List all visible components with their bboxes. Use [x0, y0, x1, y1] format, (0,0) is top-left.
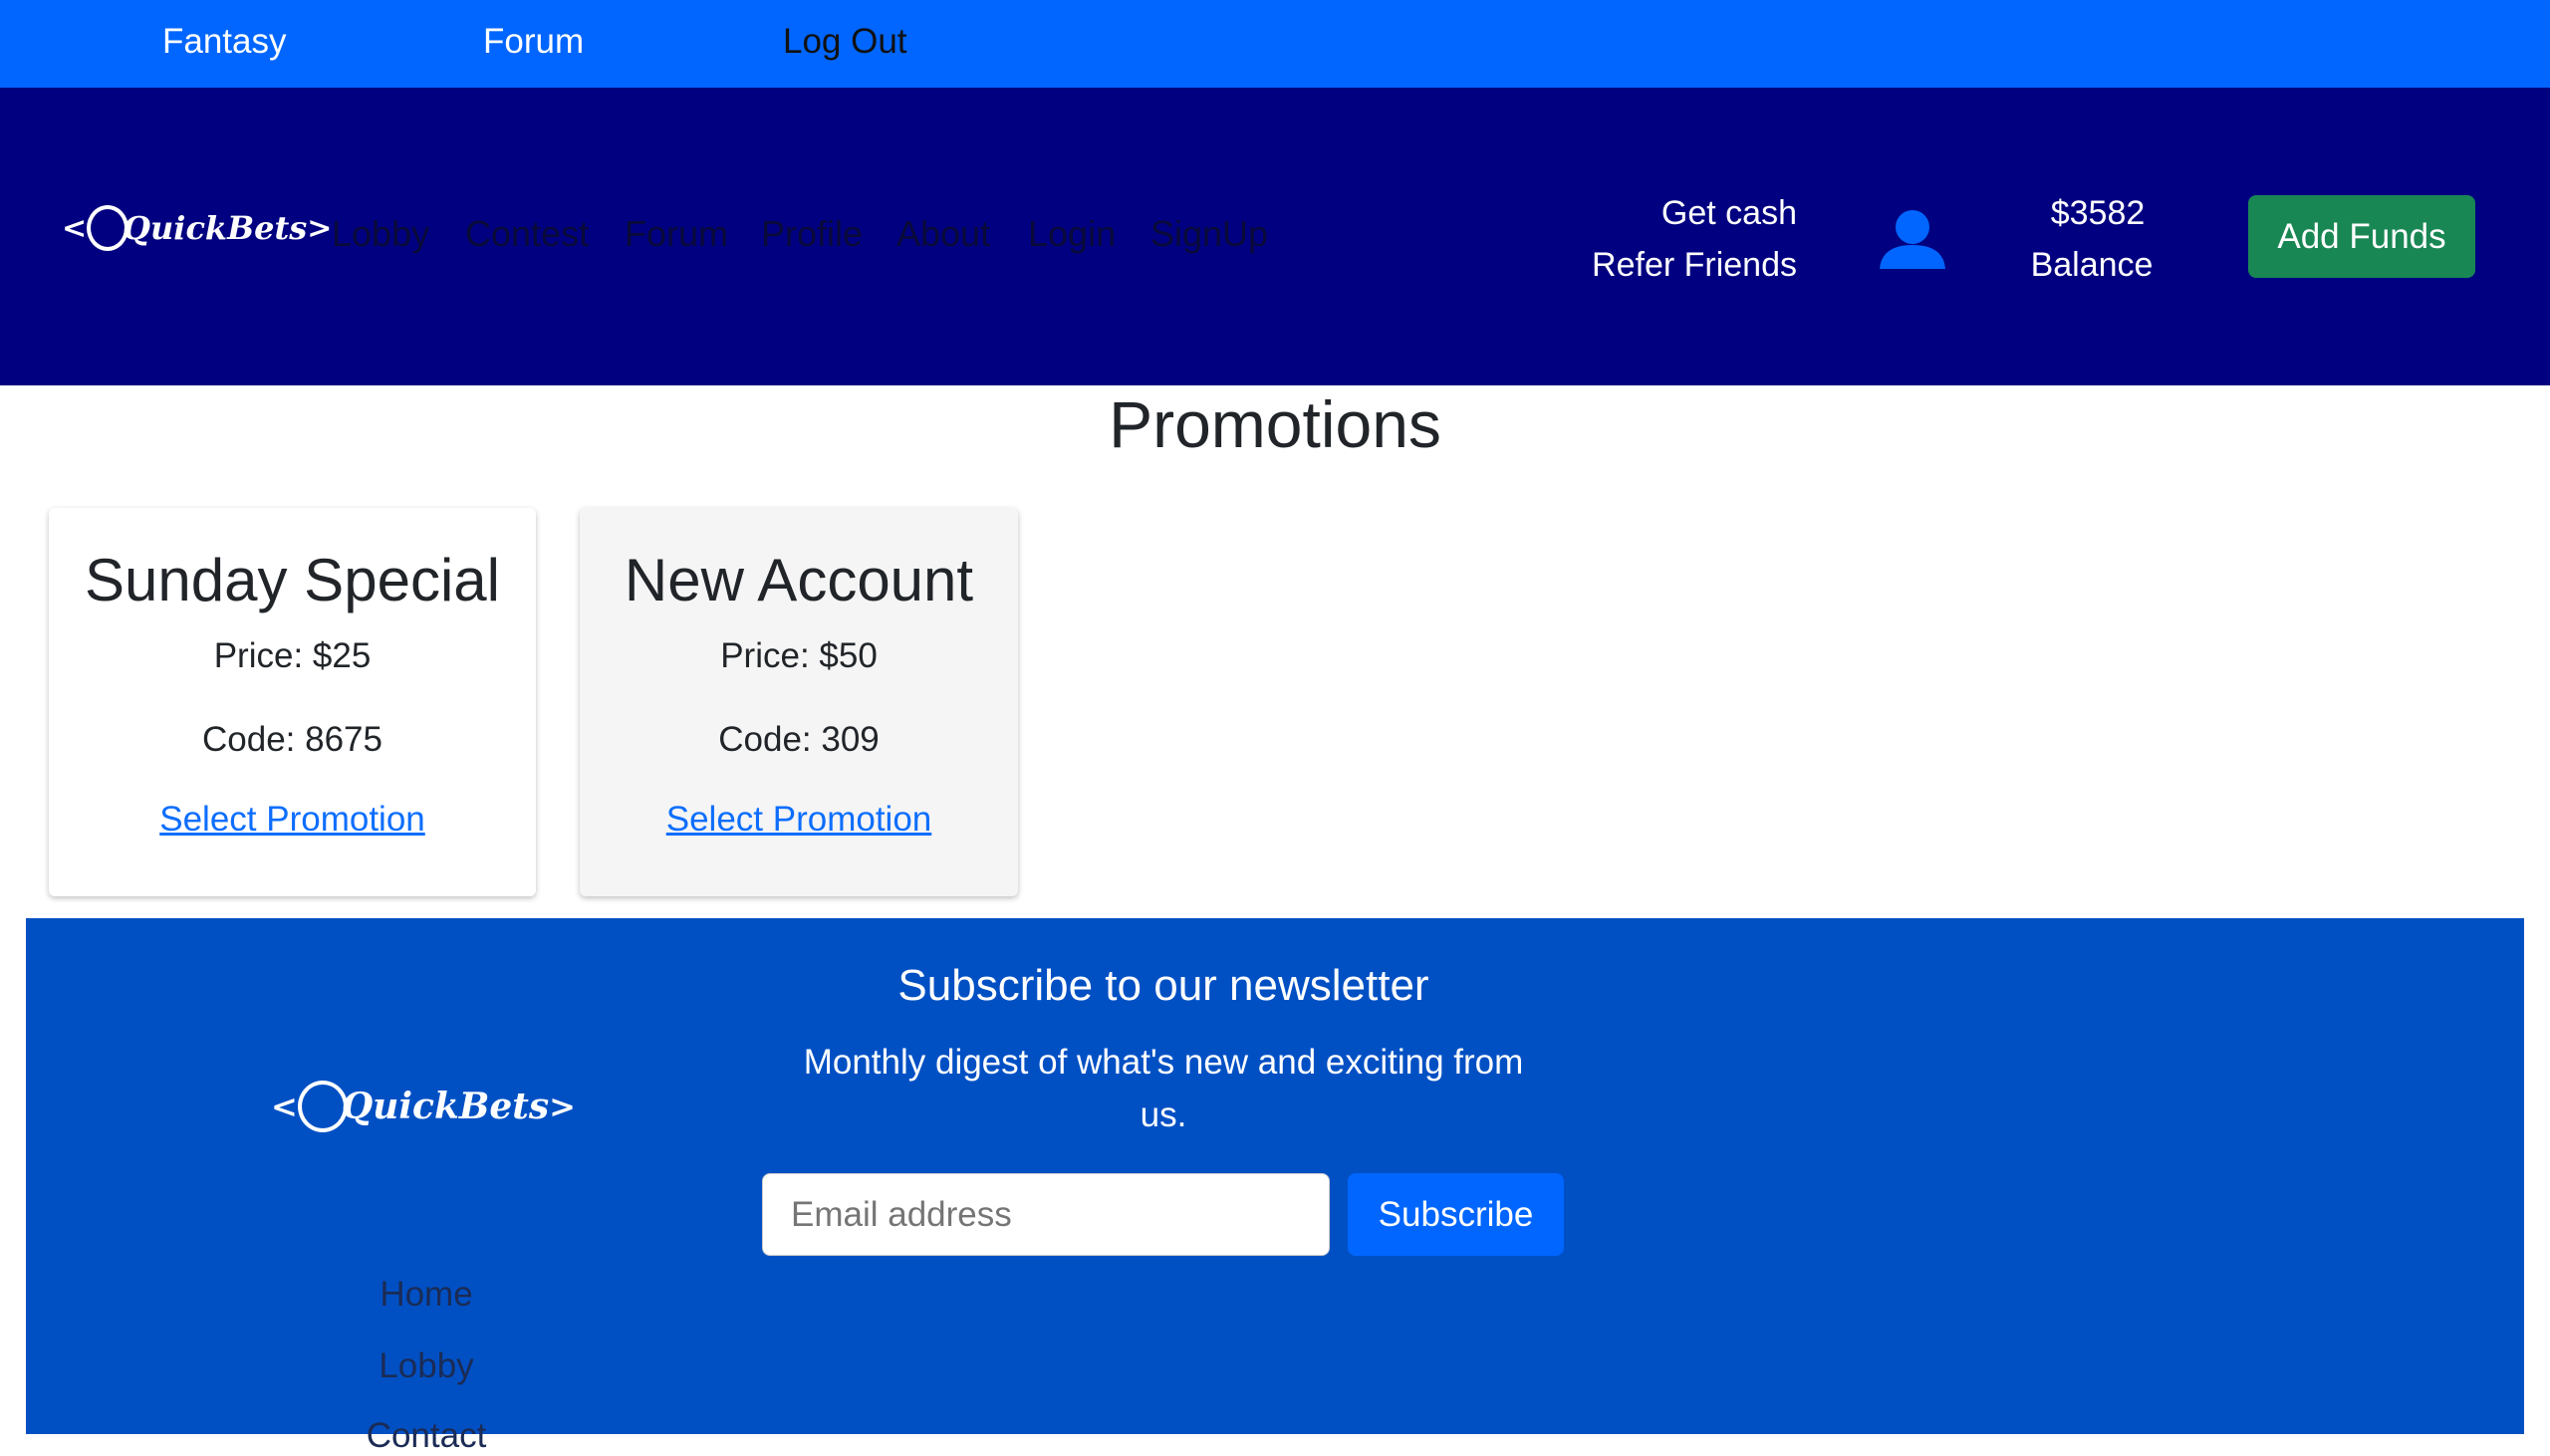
top-link-fantasy[interactable]: Fantasy	[162, 22, 287, 62]
add-funds-button[interactable]: Add Funds	[2248, 195, 2475, 278]
balance-label: Balance	[2030, 246, 2154, 284]
nav-link-signup[interactable]: SignUp	[1150, 213, 1268, 255]
promotion-card: New Account Price: $50 Code: 309 Select …	[580, 508, 1018, 896]
select-promotion-link[interactable]: Select Promotion	[580, 800, 1018, 840]
newsletter-heading: Subscribe to our newsletter	[897, 961, 1429, 1010]
logo-q-icon	[297, 1081, 348, 1132]
balance-display: $3582 Balance	[2012, 187, 2171, 291]
footer-link-home[interactable]: Home	[26, 1275, 827, 1315]
email-input[interactable]	[762, 1173, 1330, 1256]
nav-link-login[interactable]: Login	[1028, 213, 1116, 255]
nav-link-lobby[interactable]: Lobby	[332, 213, 429, 255]
promotion-price: Price: $25	[213, 636, 372, 675]
top-link-logout[interactable]: Log Out	[783, 22, 907, 62]
promotion-code: Code: 8675	[202, 720, 382, 759]
top-link-forum[interactable]: Forum	[483, 22, 584, 62]
promotion-title: New Account	[624, 547, 974, 613]
select-promotion-link[interactable]: Select Promotion	[49, 800, 536, 840]
nav-link-about[interactable]: About	[896, 213, 990, 255]
promotion-price: Price: $50	[720, 636, 878, 675]
main-navbar: < QuickBets > Lobby Contest Forum Profile …	[0, 88, 2550, 385]
promotion-code: Code: 309	[718, 720, 880, 759]
promotion-title: Sunday Special	[85, 547, 500, 613]
nav-link-forum[interactable]: Forum	[625, 213, 728, 255]
balance-amount: $3582	[2050, 194, 2146, 232]
refer-friends-link[interactable]: Get cash Refer Friends	[1592, 187, 1797, 291]
footer-logo[interactable]: < QuickBets >	[271, 1081, 576, 1132]
logo[interactable]: < QuickBets >	[62, 205, 332, 251]
refer-line-1: Get cash	[1660, 194, 1797, 232]
footer-link-lobby[interactable]: Lobby	[26, 1346, 827, 1386]
top-bar: Fantasy Forum Log Out	[0, 0, 2550, 88]
subscribe-button[interactable]: Subscribe	[1348, 1173, 1564, 1256]
promotion-card: Sunday Special Price: $25 Code: 8675 Sel…	[49, 508, 536, 896]
footer: < QuickBets > Subscribe to our newsletter …	[26, 918, 2524, 1455]
nav-link-profile[interactable]: Profile	[761, 213, 863, 255]
newsletter-description: Monthly digest of what's new and excitin…	[803, 1043, 1524, 1134]
page-title: Promotions	[1109, 387, 1441, 461]
nav-link-contest[interactable]: Contest	[465, 213, 589, 255]
footer-link-contact[interactable]: Contact	[26, 1416, 827, 1456]
user-icon[interactable]	[1878, 207, 1947, 273]
refer-line-2: Refer Friends	[1592, 246, 1797, 284]
